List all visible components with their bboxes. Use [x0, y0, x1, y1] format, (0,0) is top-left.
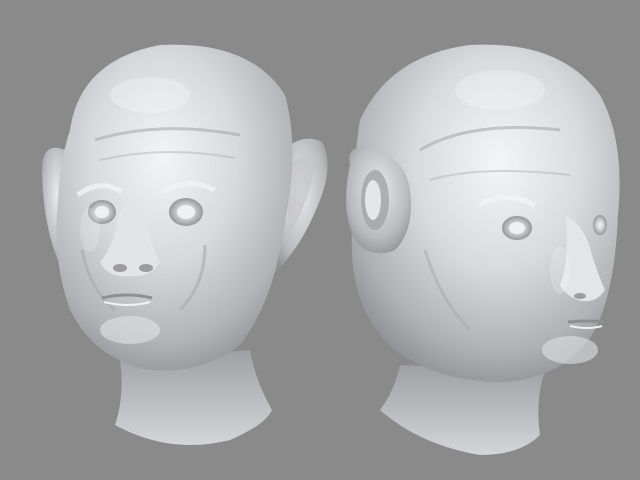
head-front-view — [41, 44, 328, 445]
head-three-quarter-view — [346, 44, 620, 455]
render-canvas — [41, 44, 620, 455]
three-quarter-far-eye — [593, 215, 607, 235]
three-quarter-mouth — [567, 319, 605, 324]
render-viewport[interactable] — [0, 0, 640, 480]
